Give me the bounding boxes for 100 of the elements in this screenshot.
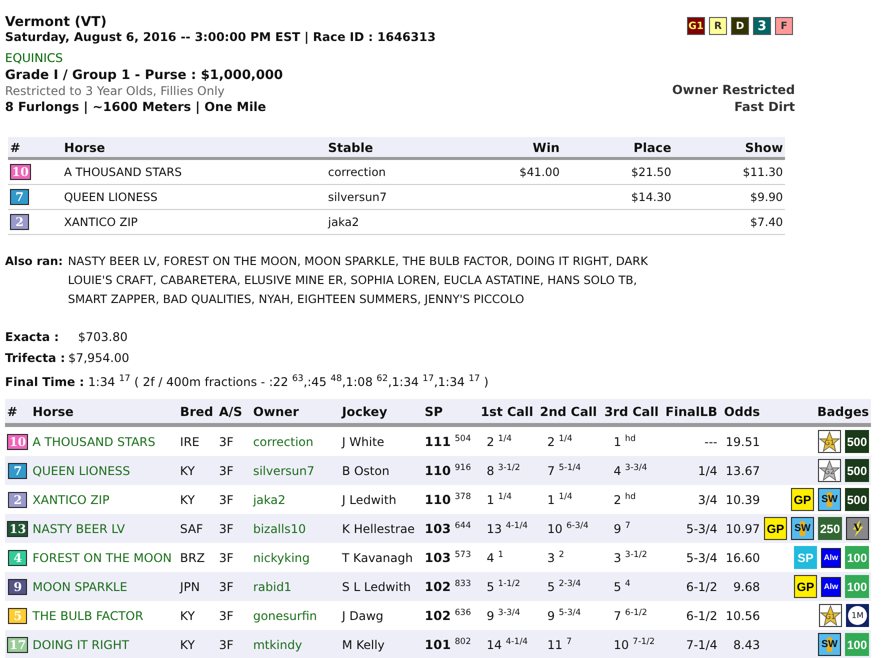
show-payout: $7.40: [750, 215, 783, 229]
column-header: Badges: [762, 399, 871, 425]
call-position: 9 $^{3-3/4}$: [486, 609, 520, 623]
race-tag: R: [709, 17, 727, 35]
horse-link[interactable]: FOREST ON THE MOON: [32, 550, 172, 564]
column-header: Horse: [62, 137, 326, 158]
show-payout: $9.90: [750, 190, 783, 204]
horse-link[interactable]: A THOUSAND STARS: [32, 434, 156, 448]
call-position: 8 $^{3-1/2}$: [486, 464, 520, 478]
call-position: 1 $^{hd}$: [614, 435, 636, 449]
call-position: 3 $^{3-1/2}$: [614, 551, 648, 565]
also-ran-list: NASTY BEER LV, FOREST ON THE MOON, MOON SPARKLE, THE BULB FACTOR, DOING IT RIGHT, DARK LOUIE'S CRAFT, CABARETERA, ELUSIVE MINE ER, SOPHIA LOREN, EUCLA ASTATINE, HANS SOLO TB, SMART ZAPPER, BAD QUALITIES, NYAH, EIGHTEEN SUMMERS, JENNY'S PICCOLO: [68, 252, 677, 309]
column-header: Win: [450, 137, 562, 158]
speed-figure: 103 $^{573}$: [424, 550, 471, 566]
payout-value: $703.80: [78, 329, 128, 346]
final-time-label: Final Time :: [5, 374, 84, 391]
column-header: Bred: [178, 399, 217, 425]
breeding-country: KY: [180, 492, 195, 506]
call-position: 2 $^{1/4}$: [547, 435, 572, 449]
stable-name: silversun7: [328, 190, 387, 204]
final-lengths-behind: 6-1/2: [686, 580, 718, 594]
horse-name: XANTICO ZIP: [64, 215, 138, 229]
age-sex: 3F: [219, 638, 234, 652]
column-header: Jockey: [340, 399, 423, 425]
race-distance: 8 Furlongs | ~1600 Meters | One Mile: [5, 99, 268, 114]
place-payout: $14.30: [631, 190, 672, 204]
post-number: 2: [8, 492, 28, 508]
award-badge: 500: [844, 488, 869, 511]
column-header: 1st Call: [476, 399, 538, 425]
owner-link[interactable]: nickyking: [253, 550, 310, 564]
breeding-country: KY: [180, 608, 195, 622]
call-position: 1 $^{1/4}$: [547, 493, 572, 507]
award-badge: GP: [794, 575, 817, 598]
place-payout: $21.50: [631, 165, 672, 179]
race-restriction: Restricted to 3 Year Olds, Fillies Only: [5, 84, 226, 98]
age-sex: 3F: [219, 522, 234, 536]
call-position: 10 $^{7-1/2}$: [614, 638, 655, 652]
odds: 13.67: [726, 464, 760, 478]
column-header: 2nd Call: [537, 399, 600, 425]
payout-label: Trifecta :: [5, 350, 66, 367]
call-position: 14 $^{4-1/4}$: [486, 638, 528, 652]
award-badge: 250: [818, 517, 842, 540]
post-number: 2: [10, 214, 29, 230]
horse-link[interactable]: XANTICO ZIP: [32, 492, 110, 506]
column-header: A/S: [217, 399, 252, 425]
horse-name: A THOUSAND STARS: [64, 165, 182, 179]
final-time-value: 1:34 $^{17}$ ( 2f / 400m fractions - :22 $^{63}$,:45 $^{48}$,1:08 $^{62}$,1:34 $^{17}$,1:34 $^{17}$ ): [88, 373, 489, 391]
horse-name: QUEEN LIONESS: [64, 190, 158, 204]
column-header: Place: [562, 137, 674, 158]
column-header: Horse: [30, 399, 178, 425]
post-number: 9: [8, 578, 28, 594]
post-number: 13: [7, 520, 28, 536]
column-header: Owner: [251, 399, 340, 425]
call-position: 3 $^{2}$: [547, 551, 564, 565]
call-position: 5 $^{1-1/2}$: [486, 580, 520, 594]
jockey-name: S L Ledwith: [342, 580, 411, 594]
award-badge: 100: [844, 633, 869, 656]
call-position: 2 $^{1/4}$: [486, 435, 512, 449]
final-lengths-behind: 5-3/4: [686, 522, 718, 536]
post-number: 17: [7, 636, 28, 652]
race-tag: F: [775, 17, 793, 35]
award-badge: Alw: [820, 548, 841, 568]
post-number: 5: [8, 608, 28, 624]
race-grade: Grade I / Group 1 - Purse : $1,000,000: [5, 68, 284, 83]
speed-figure: 110 $^{916}$: [424, 463, 471, 478]
column-header: Odds: [719, 399, 762, 425]
race-tag: D: [731, 17, 749, 35]
owner-link[interactable]: gonesurfin: [253, 608, 317, 622]
column-header: SP: [422, 399, 477, 425]
owner-link[interactable]: jaka2: [253, 492, 286, 506]
also-ran-label: Also ran:: [5, 253, 63, 270]
age-sex: 3F: [219, 464, 234, 478]
organizer-link[interactable]: EQUINICS: [5, 51, 436, 65]
age-sex: 3F: [219, 434, 234, 448]
odds: 8.43: [733, 638, 760, 652]
speed-figure: 101 $^{802}$: [424, 637, 471, 652]
final-lengths-behind: 5-3/4: [686, 550, 718, 564]
owner-link[interactable]: correction: [253, 434, 314, 448]
award-badge: 500: [844, 459, 869, 482]
odds: 10.56: [726, 608, 760, 622]
call-position: 9 $^{7}$: [614, 522, 630, 536]
call-position: 4 $^{3-3/4}$: [614, 464, 648, 478]
column-header: Show: [673, 137, 785, 158]
odds: 16.60: [726, 550, 760, 564]
show-payout: $11.30: [742, 165, 783, 179]
final-lengths-behind: 1/4: [698, 464, 718, 478]
track-name: Vermont (VT): [5, 14, 108, 30]
award-badge: 500: [844, 430, 869, 453]
call-position: 1 $^{1/4}$: [486, 493, 512, 507]
horse-link[interactable]: THE BULB FACTOR: [32, 608, 144, 622]
award-badge: SP: [794, 546, 817, 569]
payout-value: $7,954.00: [68, 350, 130, 367]
breeding-country: JPN: [180, 580, 200, 594]
jockey-name: T Kavanagh: [342, 550, 413, 564]
jockey-name: J Dawg: [342, 608, 384, 622]
call-position: 9 $^{5-3/4}$: [547, 609, 581, 623]
call-position: 11 $^{7}$: [547, 638, 572, 652]
call-position: 10 $^{6-3/4}$: [547, 522, 589, 536]
odds: 10.39: [726, 492, 760, 506]
column-header: 3rd Call: [600, 399, 664, 425]
